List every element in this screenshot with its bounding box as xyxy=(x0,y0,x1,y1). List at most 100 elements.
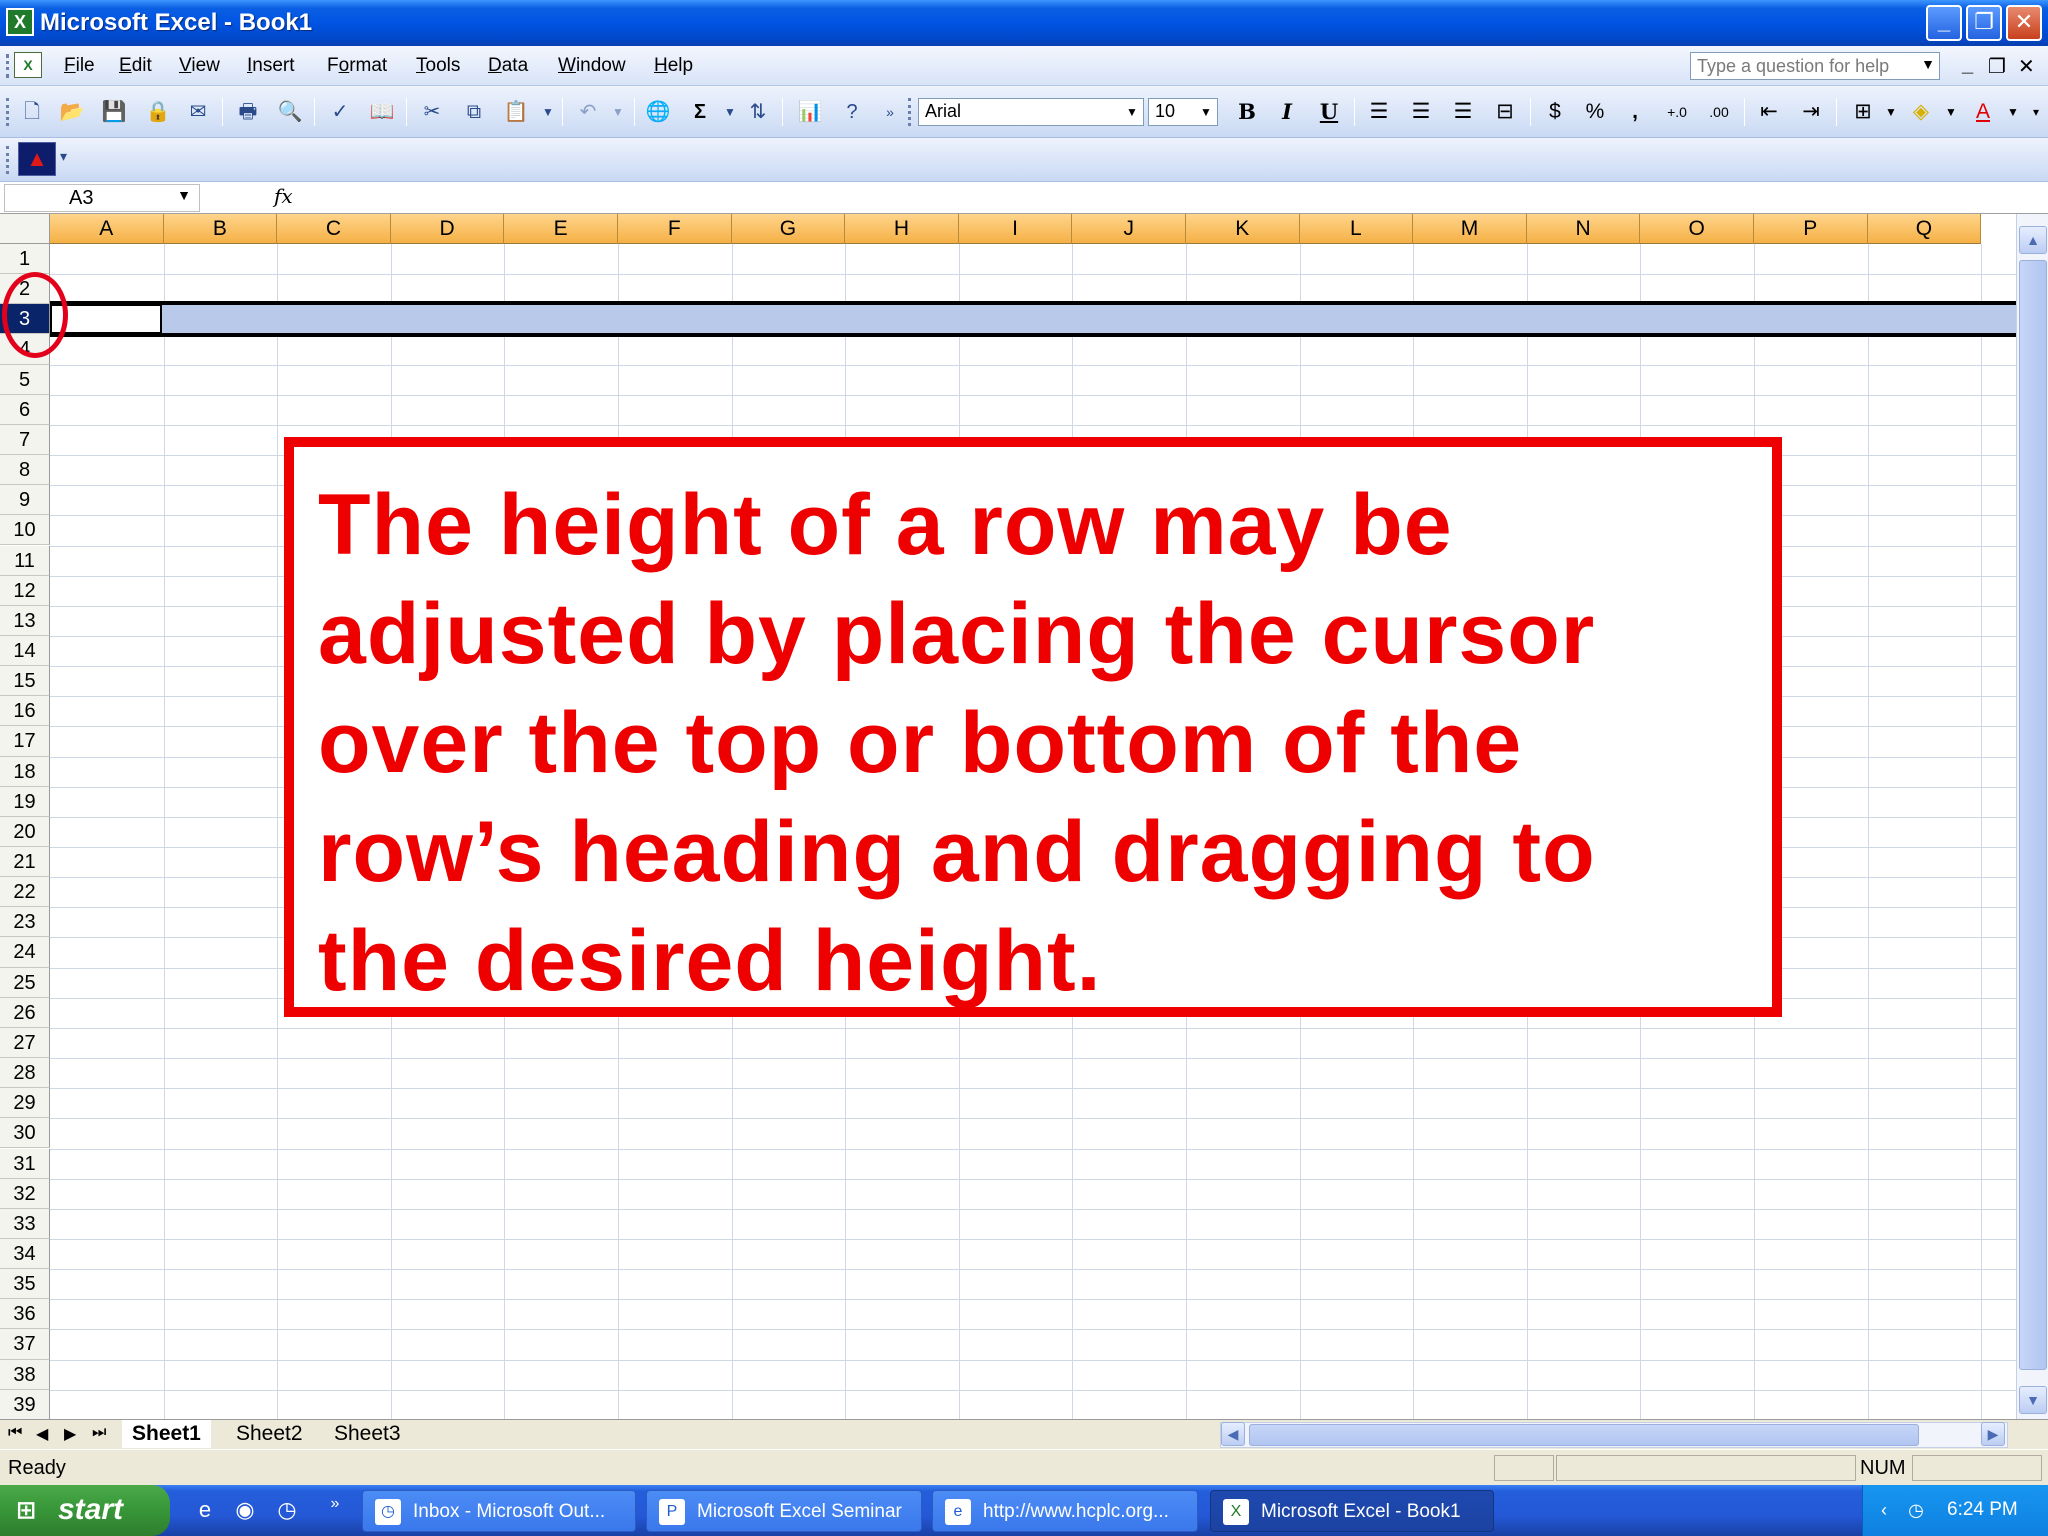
toolbar-options-icon[interactable]: » xyxy=(876,98,904,126)
row-header-18[interactable]: 18 xyxy=(0,756,50,787)
workbook-close-button[interactable]: ✕ xyxy=(2018,54,2035,79)
spelling-icon[interactable]: ✓ xyxy=(326,98,354,126)
column-header-i[interactable]: I xyxy=(958,214,1073,244)
new-document-icon[interactable]: 🗋 xyxy=(18,98,46,126)
vertical-scroll-thumb[interactable] xyxy=(2019,260,2047,1370)
row-header-35[interactable]: 35 xyxy=(0,1269,50,1300)
row-header-20[interactable]: 20 xyxy=(0,816,50,847)
sheet-tab-sheet3[interactable]: Sheet3 xyxy=(324,1420,411,1448)
toolbar-grip[interactable] xyxy=(908,98,912,126)
research-icon[interactable]: 📖 xyxy=(368,98,396,126)
align-left-icon[interactable]: ☰ xyxy=(1364,98,1394,126)
sheet-tab-sheet1[interactable]: Sheet1 xyxy=(122,1420,211,1448)
chevron-down-icon[interactable]: ▼ xyxy=(177,187,191,203)
permission-icon[interactable]: 🔒 xyxy=(144,98,172,126)
row-header-13[interactable]: 13 xyxy=(0,605,50,636)
autosum-icon[interactable]: Σ xyxy=(686,98,714,126)
row-header-11[interactable]: 11 xyxy=(0,545,50,576)
fill-color-icon[interactable]: ◈ xyxy=(1906,98,1936,126)
hyperlink-icon[interactable]: 🌐 xyxy=(644,98,672,126)
column-header-l[interactable]: L xyxy=(1299,214,1414,244)
column-header-o[interactable]: O xyxy=(1640,214,1754,244)
row-header-10[interactable]: 10 xyxy=(0,515,50,546)
comma-button[interactable]: , xyxy=(1620,98,1650,126)
row-header-34[interactable]: 34 xyxy=(0,1238,50,1270)
chart-wizard-icon[interactable]: 📊 xyxy=(796,98,824,126)
email-icon[interactable]: ✉ xyxy=(184,98,212,126)
row-header-31[interactable]: 31 xyxy=(0,1148,50,1179)
font-name-select[interactable]: Arial ▼ xyxy=(918,98,1144,126)
font-color-icon[interactable]: A xyxy=(1968,98,1998,126)
row-header-16[interactable]: 16 xyxy=(0,696,50,727)
align-right-icon[interactable]: ☰ xyxy=(1448,98,1478,126)
row-header-21[interactable]: 21 xyxy=(0,847,50,878)
chevron-down-icon[interactable]: ▼ xyxy=(1998,98,2028,126)
row-header-27[interactable]: 27 xyxy=(0,1027,50,1059)
row-header-17[interactable]: 17 xyxy=(0,726,50,757)
row-header-30[interactable]: 30 xyxy=(0,1118,50,1149)
column-header-b[interactable]: B xyxy=(163,214,278,244)
row-header-7[interactable]: 7 xyxy=(0,424,50,456)
sort-ascending-icon[interactable]: ⇅ xyxy=(744,98,772,126)
row-header-5[interactable]: 5 xyxy=(0,364,50,395)
scroll-left-button[interactable]: ◀ xyxy=(1221,1422,1245,1446)
menu-format[interactable]: Format xyxy=(327,55,387,77)
menu-tools[interactable]: Tools xyxy=(416,55,460,77)
column-header-n[interactable]: N xyxy=(1526,214,1641,244)
task-outlook-inbox[interactable]: ◷ Inbox - Microsoft Out... xyxy=(362,1490,636,1532)
restore-button[interactable]: ❐ xyxy=(1966,5,2002,41)
close-button[interactable]: ✕ xyxy=(2006,5,2042,41)
select-all-corner[interactable] xyxy=(0,214,50,244)
menu-data[interactable]: Data xyxy=(488,55,528,77)
currency-button[interactable]: $ xyxy=(1540,98,1570,126)
column-header-c[interactable]: C xyxy=(277,214,391,244)
row-header-15[interactable]: 15 xyxy=(0,666,50,697)
chevron-down-icon[interactable]: ▼ xyxy=(1123,101,1141,123)
row-header-32[interactable]: 32 xyxy=(0,1178,50,1209)
column-header-d[interactable]: D xyxy=(390,214,505,244)
column-header-h[interactable]: H xyxy=(845,214,959,244)
font-size-select[interactable]: 10 ▼ xyxy=(1148,98,1218,126)
sheet-tab-sheet2[interactable]: Sheet2 xyxy=(226,1420,313,1448)
row-header-24[interactable]: 24 xyxy=(0,937,50,968)
toolbar-grip[interactable] xyxy=(6,146,10,174)
chevron-down-icon[interactable]: ▼ xyxy=(534,98,562,126)
workbook-restore-button[interactable]: ❐ xyxy=(1988,54,2006,79)
row-header-8[interactable]: 8 xyxy=(0,455,50,486)
row-header-23[interactable]: 23 xyxy=(0,907,50,938)
menu-file[interactable]: File xyxy=(64,55,95,77)
help-search-input[interactable]: Type a question for help ▼ xyxy=(1690,52,1940,80)
row-header-25[interactable]: 25 xyxy=(0,967,50,998)
insert-function-icon[interactable]: fx xyxy=(274,184,293,208)
copy-icon[interactable]: ⧉ xyxy=(460,98,488,126)
row-header-12[interactable]: 12 xyxy=(0,575,50,606)
row-header-9[interactable]: 9 xyxy=(0,485,50,516)
clock-app-icon[interactable]: ◷ xyxy=(272,1495,302,1525)
task-excel-book1[interactable]: X Microsoft Excel - Book1 xyxy=(1210,1490,1494,1532)
chevron-down-icon[interactable]: ▼ xyxy=(1936,98,1966,126)
menu-window[interactable]: Window xyxy=(558,55,626,77)
percent-button[interactable]: % xyxy=(1580,98,1610,126)
row-header-28[interactable]: 28 xyxy=(0,1058,50,1089)
chevron-down-icon[interactable]: ▼ xyxy=(1197,101,1215,123)
internet-explorer-icon[interactable]: e xyxy=(190,1495,220,1525)
cut-icon[interactable]: ✂ xyxy=(418,98,446,126)
row-header-6[interactable]: 6 xyxy=(0,394,50,425)
decrease-decimal-icon[interactable]: .00 xyxy=(1704,98,1734,126)
last-sheet-icon[interactable]: ⏭ xyxy=(92,1424,106,1442)
scroll-down-button[interactable]: ▼ xyxy=(2019,1386,2047,1414)
column-header-a[interactable]: A xyxy=(50,214,164,244)
bold-button[interactable]: B xyxy=(1232,98,1262,126)
open-folder-icon[interactable]: 📂 xyxy=(58,98,86,126)
horizontal-scrollbar[interactable]: ◀ ▶ xyxy=(1220,1422,2008,1448)
vertical-scrollbar[interactable]: ▲ ▼ xyxy=(2016,214,2048,1419)
underline-button[interactable]: U xyxy=(1314,98,1344,126)
toolbar-grip[interactable] xyxy=(6,54,10,78)
row-header-26[interactable]: 26 xyxy=(0,997,50,1028)
workbook-minimize-button[interactable]: _ xyxy=(1962,54,1973,77)
column-header-j[interactable]: J xyxy=(1072,214,1186,244)
horizontal-scroll-thumb[interactable] xyxy=(1249,1424,1919,1446)
row-header-29[interactable]: 29 xyxy=(0,1088,50,1119)
align-center-icon[interactable]: ☰ xyxy=(1406,98,1436,126)
column-header-f[interactable]: F xyxy=(618,214,732,244)
